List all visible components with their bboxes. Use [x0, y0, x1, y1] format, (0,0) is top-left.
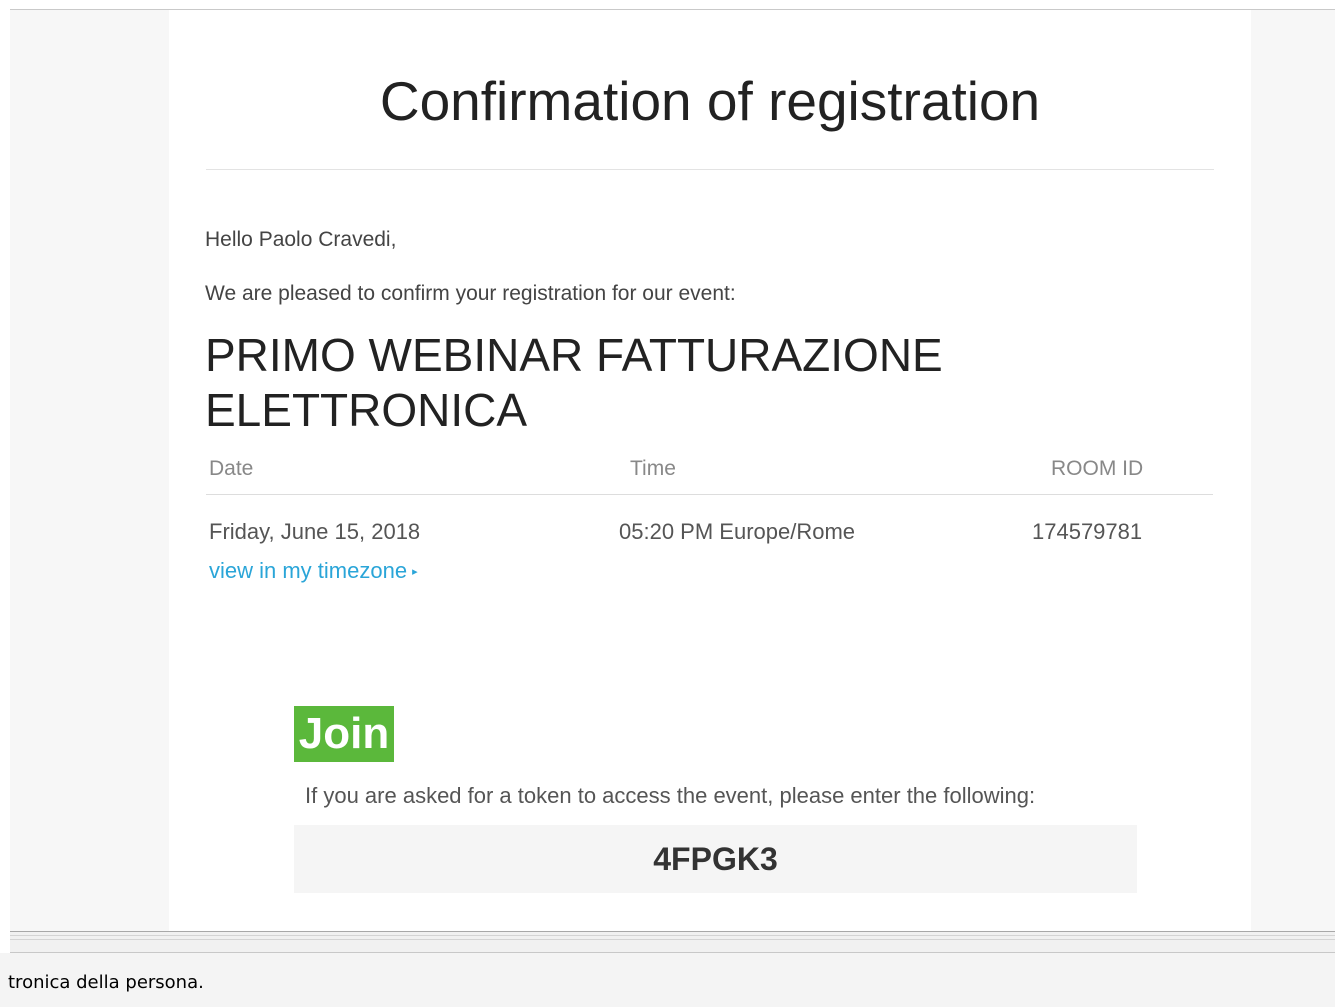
token-instructions: If you are asked for a token to access t… [305, 783, 1036, 808]
event-date: Friday, June 15, 2018 [209, 519, 421, 544]
bottom-pane-text: tronica della persona. [8, 972, 204, 993]
table-header-date: Date [209, 457, 254, 480]
access-token: 4FPGK3 [653, 841, 778, 877]
event-time: 05:20 PM Europe/Rome [619, 519, 856, 544]
timezone-link-label: view in my timezone [209, 558, 408, 583]
arrow-right-icon: ▸ [412, 566, 418, 578]
event-name: PRIMO WEBINAR FATTURAZIONE ELETTRONICA [205, 329, 943, 436]
view-in-my-timezone-link[interactable]: view in my timezone ▸ [209, 558, 418, 584]
intro-text: We are pleased to confirm your registrat… [205, 282, 736, 305]
pane-splitter[interactable] [10, 931, 1335, 953]
bottom-pane: tronica della persona. [0, 953, 1335, 1007]
greeting-text: Hello Paolo Cravedi, [205, 228, 397, 251]
table-divider [206, 494, 1213, 495]
email-title: Confirmation of registration [379, 70, 1041, 132]
email-card: Confirmation of registration Hello Paolo… [169, 10, 1251, 931]
title-divider [206, 169, 1214, 170]
table-header-room-id: ROOM ID [1051, 457, 1144, 480]
event-room-id: 174579781 [1032, 519, 1143, 544]
table-header-time: Time [630, 457, 676, 480]
token-box: 4FPGK3 [294, 825, 1137, 893]
join-button[interactable]: Join [294, 706, 394, 762]
